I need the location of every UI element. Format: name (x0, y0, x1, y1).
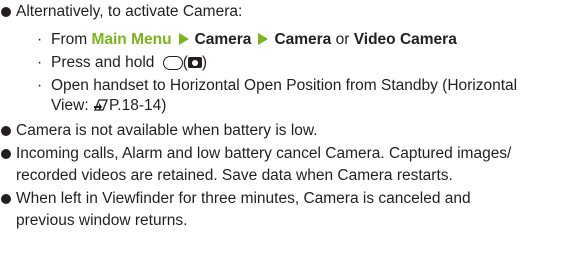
middle-dot: · (37, 31, 43, 48)
subitem-open-handset-cont: View: P.18-14) (51, 97, 167, 114)
middle-dot: · (37, 77, 43, 94)
bullet-icon (1, 7, 11, 17)
item-1-text: Alternatively, to activate Camera: (16, 3, 243, 20)
page-reference-link[interactable]: P.18-14 (109, 97, 161, 114)
middle-dot: · (37, 54, 43, 71)
item-3-line-2: recorded videos are retained. Save data … (16, 167, 453, 184)
subitem-open-handset: · Open handset to Horizontal Open Positio… (37, 77, 518, 94)
triangle-arrow-icon (258, 33, 269, 45)
triangle-arrow-icon (178, 33, 189, 45)
item-4-line-1: When left in Viewfinder for three minute… (16, 190, 471, 207)
page-reference-icon (93, 99, 108, 111)
bullet-icon (1, 194, 11, 204)
oval-side-key-icon (162, 56, 183, 70)
item-4-line-2: previous window returns. (16, 212, 188, 229)
item-3-line-1: Incoming calls, Alarm and low battery ca… (16, 145, 512, 162)
video-camera-label: Video Camera (353, 31, 457, 48)
manual-page: Alternatively, to activate Camera: · From… (0, 0, 568, 264)
bullet-icon (1, 126, 11, 136)
camera-icon (187, 57, 202, 68)
camera-label: Camera (274, 31, 332, 48)
camera-menu-label: Camera (194, 31, 252, 48)
main-menu-label: Main Menu (91, 31, 172, 48)
subitem-press-and-hold: · Press and hold () (37, 54, 208, 71)
item-2-text: Camera is not available when battery is … (16, 122, 318, 139)
bullet-icon (1, 149, 11, 159)
subitem-main-menu-path: · From Main Menu Camera Camera or Video Cam… (37, 31, 457, 48)
